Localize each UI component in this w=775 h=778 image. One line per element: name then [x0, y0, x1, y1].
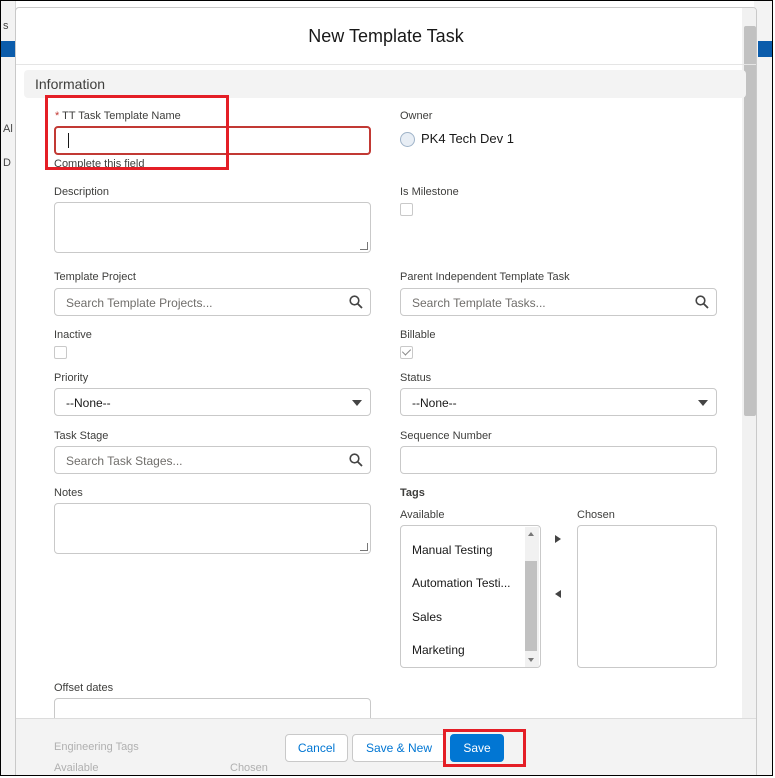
background-page-strip: s Al D: [1, 1, 16, 775]
background-bar: [1, 41, 15, 57]
tags-available-label: Available: [400, 509, 445, 521]
chevron-down-icon: [352, 400, 362, 406]
highlight-box-save: [443, 729, 526, 767]
background-text: s: [3, 20, 9, 32]
priority-label: Priority: [54, 372, 89, 384]
tags-available-listbox[interactable]: Manual Testing Automation Testi... Sales…: [400, 525, 541, 668]
checkmark-icon: [401, 346, 412, 356]
task-stage-lookup[interactable]: Search Task Stages...: [54, 446, 371, 474]
notes-label: Notes: [54, 487, 83, 499]
owner-avatar-icon: [400, 132, 415, 147]
priority-value: --None--: [66, 396, 111, 410]
parent-task-placeholder: Search Template Tasks...: [412, 296, 546, 310]
billable-checkbox[interactable]: [400, 346, 413, 359]
resize-grip-icon[interactable]: [360, 242, 368, 250]
background-text: D: [3, 157, 11, 169]
list-item[interactable]: Sales: [412, 610, 442, 624]
highlight-box-task-name: [45, 95, 229, 170]
priority-select[interactable]: --None--: [54, 388, 371, 416]
search-icon: [349, 295, 363, 309]
template-project-label: Template Project: [54, 271, 136, 283]
tags-chosen-listbox[interactable]: [577, 525, 717, 668]
description-label: Description: [54, 186, 110, 198]
listbox-scroll-track[interactable]: [525, 527, 539, 667]
owner-link[interactable]: PK4 Tech Dev 1: [421, 131, 514, 146]
ghost-chosen-label: Chosen: [230, 762, 268, 774]
background-text: Al: [3, 123, 13, 135]
is-milestone-label: Is Milestone: [400, 186, 459, 198]
scroll-down-icon[interactable]: [528, 658, 534, 662]
template-project-lookup[interactable]: Search Template Projects...: [54, 288, 371, 316]
template-project-placeholder: Search Template Projects...: [66, 296, 213, 310]
status-value: --None--: [412, 396, 457, 410]
offset-dates-label: Offset dates: [54, 682, 114, 694]
background-bar: [758, 41, 772, 57]
sequence-number-label: Sequence Number: [400, 430, 492, 442]
section-header-information: Information: [24, 70, 746, 98]
task-stage-label: Task Stage: [54, 430, 109, 442]
resize-grip-icon[interactable]: [360, 543, 368, 551]
cancel-button[interactable]: Cancel: [285, 734, 348, 762]
ghost-available-label: Available: [54, 762, 99, 774]
is-milestone-checkbox[interactable]: [400, 203, 413, 216]
move-right-icon[interactable]: [555, 535, 561, 543]
ghost-engineering-tags-label: Engineering Tags: [54, 741, 139, 753]
tags-chosen-label: Chosen: [577, 509, 615, 521]
search-icon: [695, 295, 709, 309]
modal-footer: Engineering Tags Available Chosen Cancel…: [16, 718, 756, 775]
task-stage-placeholder: Search Task Stages...: [66, 454, 183, 468]
scroll-up-icon[interactable]: [528, 532, 534, 536]
modal-title: New Template Task: [16, 8, 756, 65]
listbox-scroll-thumb[interactable]: [525, 561, 537, 651]
sequence-number-input[interactable]: [400, 446, 717, 474]
inactive-checkbox[interactable]: [54, 346, 67, 359]
list-item[interactable]: Marketing: [412, 643, 465, 657]
inactive-label: Inactive: [54, 329, 92, 341]
status-label: Status: [400, 372, 432, 384]
parent-task-lookup[interactable]: Search Template Tasks...: [400, 288, 717, 316]
chevron-down-icon: [698, 400, 708, 406]
billable-label: Billable: [400, 329, 436, 341]
save-and-new-button[interactable]: Save & New: [352, 734, 446, 762]
tags-label: Tags: [400, 487, 425, 499]
parent-task-label: Parent Independent Template Task: [400, 271, 570, 283]
list-item[interactable]: Manual Testing: [412, 543, 493, 557]
list-item[interactable]: Automation Testi...: [412, 576, 511, 590]
search-icon: [349, 453, 363, 467]
notes-textarea[interactable]: [54, 503, 371, 554]
screenshot-frame: s Al D New Template Task Information * T…: [0, 0, 773, 776]
owner-label: Owner: [400, 110, 433, 122]
description-textarea[interactable]: [54, 202, 371, 253]
move-left-icon[interactable]: [555, 590, 561, 598]
new-template-task-modal: New Template Task Information * TT Task …: [15, 7, 757, 775]
status-select[interactable]: --None--: [400, 388, 717, 416]
section-title: Information: [35, 76, 106, 92]
